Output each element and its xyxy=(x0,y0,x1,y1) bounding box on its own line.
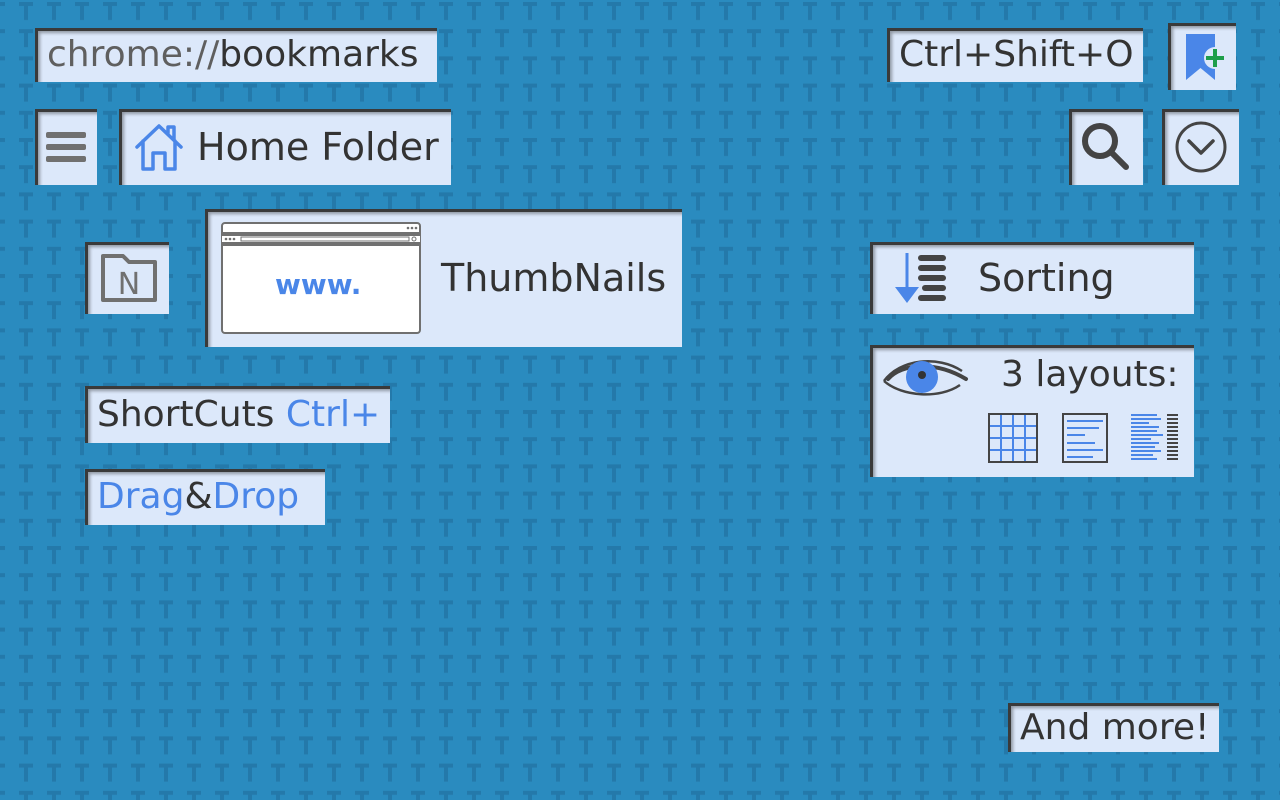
home-folder-button[interactable]: Home Folder xyxy=(119,109,451,185)
eye-icon xyxy=(882,360,968,396)
and-more-text: And more! xyxy=(1020,706,1210,748)
compact-list-layout-icon[interactable] xyxy=(1131,413,1179,463)
sorting-label: Sorting xyxy=(978,256,1115,300)
folder-n-feature: N xyxy=(85,242,169,314)
menu-button[interactable] xyxy=(35,109,97,185)
shortcut-open-label: Ctrl+Shift+O xyxy=(887,28,1143,82)
and-more-label: And more! xyxy=(1008,703,1219,752)
url-path: bookmarks xyxy=(219,34,419,75)
drag-drop-feature: Drag&Drop xyxy=(85,469,325,525)
search-button[interactable] xyxy=(1069,109,1143,185)
thumbnails-label: ThumbNails xyxy=(441,256,667,300)
layouts-label: 3 layouts: xyxy=(1001,354,1179,395)
shortcuts-feature: ShortCuts Ctrl+ xyxy=(85,386,390,443)
options-dropdown-button[interactable] xyxy=(1162,109,1239,185)
shortcut-open-text: Ctrl+Shift+O xyxy=(899,34,1134,75)
thumbnails-feature: www. ThumbNails xyxy=(205,209,682,347)
shortcuts-keys: Ctrl+ xyxy=(285,393,381,435)
hamburger-menu-icon xyxy=(46,132,86,162)
add-bookmark-button[interactable] xyxy=(1168,23,1236,90)
search-icon xyxy=(1082,123,1129,170)
drop-text: Drop xyxy=(212,476,300,517)
sort-descending-icon xyxy=(895,253,946,303)
bookmark-add-icon xyxy=(1186,33,1226,80)
ampersand-text: & xyxy=(184,476,213,517)
url-label: chrome://bookmarks xyxy=(35,28,437,82)
sorting-feature: Sorting xyxy=(870,242,1194,314)
folder-letter: N xyxy=(118,267,140,302)
layouts-feature: 3 layouts: xyxy=(870,345,1194,477)
grid-layout-icon[interactable] xyxy=(988,413,1038,463)
home-icon xyxy=(135,124,183,171)
chevron-down-circle-icon xyxy=(1175,121,1226,173)
list-layout-icon[interactable] xyxy=(1062,413,1108,463)
shortcuts-label: ShortCuts xyxy=(97,393,275,435)
url-scheme: chrome:// xyxy=(47,34,220,75)
home-folder-label: Home Folder xyxy=(197,125,439,169)
drag-text: Drag xyxy=(97,476,185,517)
folder-icon: N xyxy=(101,254,157,302)
thumbnail-www-text: www. xyxy=(275,268,362,301)
